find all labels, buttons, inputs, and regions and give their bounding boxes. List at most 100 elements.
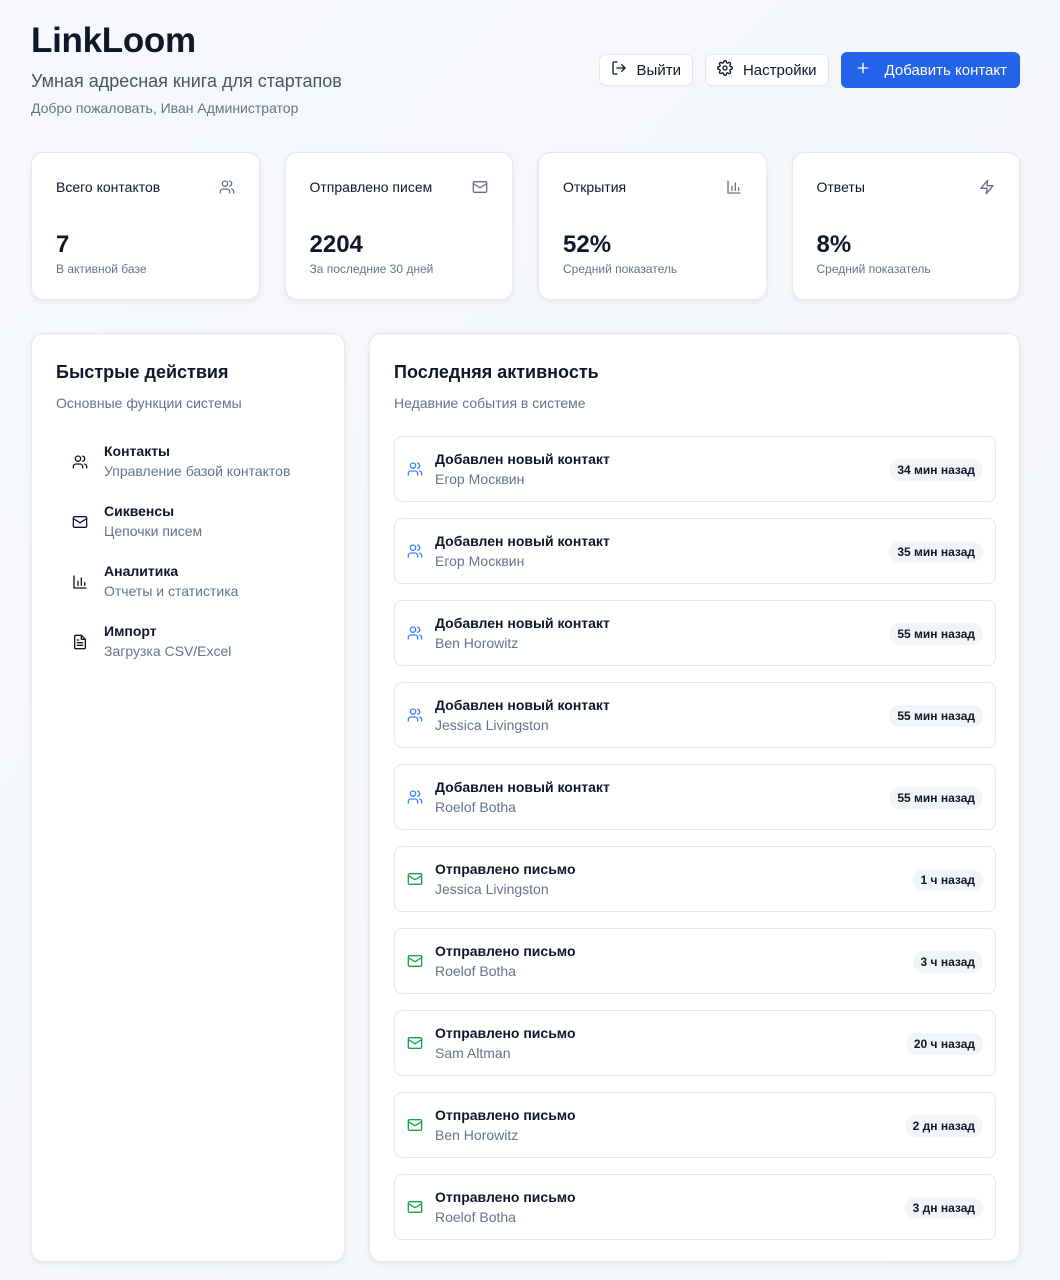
quick-action-contacts[interactable]: Контакты Управление базой контактов — [56, 442, 326, 502]
activity-contact-name: Егор Москвин — [435, 552, 525, 569]
activity-title: Отправлено письмо — [435, 1188, 576, 1205]
quick-action-desc: Управление базой контактов — [104, 463, 291, 479]
stat-card-opens: Открытия 52% Средний показатель — [538, 152, 767, 300]
users-icon — [407, 789, 423, 805]
activity-time-badge: 55 мин назад — [889, 623, 983, 645]
stat-card-replies: Ответы 8% Средний показатель — [791, 152, 1020, 300]
logout-label: Выйти — [636, 61, 681, 79]
stat-value: 8% — [816, 231, 852, 258]
header-actions: Выйти Настройки Добавить контакт — [598, 52, 1020, 88]
stats-row: Всего контактов 7 В активной базе Отправ… — [31, 152, 1020, 300]
welcome-text: Добро пожаловать, Иван Администратор — [31, 100, 299, 116]
users-icon — [407, 707, 423, 723]
quick-action-analytics[interactable]: Аналитика Отчеты и статистика — [56, 562, 326, 622]
users-icon — [407, 543, 423, 559]
stat-value: 2204 — [309, 231, 363, 258]
bar-chart-icon — [726, 179, 742, 195]
quick-action-desc: Отчеты и статистика — [104, 583, 239, 599]
quick-action-name: Контакты — [104, 443, 171, 459]
mail-icon — [56, 502, 104, 542]
settings-button[interactable]: Настройки — [704, 54, 829, 86]
panel-title: Быстрые действия — [56, 362, 229, 382]
stat-hint: Средний показатель — [563, 262, 678, 276]
panel-subtitle: Недавние события в системе — [394, 395, 586, 411]
mail-icon — [407, 1117, 423, 1133]
activity-title: Отправлено письмо — [435, 942, 576, 959]
quick-action-name: Сиквенсы — [104, 503, 175, 519]
activity-time-badge: 20 ч назад — [905, 1033, 983, 1055]
activity-title: Добавлен новый контакт — [435, 614, 610, 631]
quick-actions-list: Контакты Управление базой контактов Сикв… — [56, 442, 326, 682]
activity-time-badge: 55 мин назад — [889, 787, 983, 809]
stat-hint: Средний показатель — [816, 262, 931, 276]
activity-time-badge: 3 дн назад — [904, 1197, 983, 1219]
users-icon — [407, 461, 423, 477]
bar-chart-icon — [56, 562, 104, 602]
mail-icon — [407, 1199, 423, 1215]
activity-title: Добавлен новый контакт — [435, 778, 610, 795]
logout-button[interactable]: Выйти — [598, 54, 693, 86]
activity-contact-name: Егор Москвин — [435, 470, 525, 487]
quick-action-name: Импорт — [104, 623, 157, 639]
stat-value: 52% — [563, 231, 612, 258]
add-contact-label: Добавить контакт — [884, 61, 1007, 79]
activity-contact-name: Jessica Livingston — [435, 716, 549, 733]
quick-action-desc: Цепочки писем — [104, 523, 203, 539]
activity-time-badge: 1 ч назад — [912, 869, 983, 891]
quick-action-name: Аналитика — [104, 563, 179, 579]
activity-contact-name: Roelof Botha — [435, 962, 516, 979]
users-icon — [56, 442, 104, 482]
activity-time-badge: 2 дн назад — [904, 1115, 983, 1137]
activity-title: Отправлено письмо — [435, 1106, 576, 1123]
activity-item[interactable]: Отправлено письмо Roelof Botha 3 ч назад — [394, 928, 996, 994]
activity-item[interactable]: Добавлен новый контакт Ben Horowitz 55 мин… — [394, 600, 996, 666]
plus-icon — [855, 60, 871, 80]
activity-contact-name: Ben Horowitz — [435, 1126, 519, 1143]
stat-value: 7 — [56, 231, 70, 258]
activity-item[interactable]: Добавлен новый контакт Jessica Livingston… — [394, 682, 996, 748]
activity-contact-name: Ben Horowitz — [435, 634, 519, 651]
users-icon — [407, 625, 423, 641]
activity-title: Добавлен новый контакт — [435, 532, 610, 549]
activity-time-badge: 55 мин назад — [889, 705, 983, 727]
activity-title: Добавлен новый контакт — [435, 450, 610, 467]
stat-label: Открытия — [563, 179, 627, 195]
mail-icon — [472, 179, 488, 195]
activity-list: Добавлен новый контакт Егор Москвин 34 мин… — [394, 436, 996, 1256]
activity-contact-name: Jessica Livingston — [435, 880, 549, 897]
add-contact-button[interactable]: Добавить контакт — [840, 52, 1020, 88]
activity-item[interactable]: Отправлено письмо Sam Altman 20 ч назад — [394, 1010, 996, 1076]
panel-subtitle: Основные функции системы — [56, 395, 242, 411]
stat-label: Ответы — [816, 179, 865, 195]
activity-title: Отправлено письмо — [435, 1024, 576, 1041]
header: LinkLoom Умная адресная книга для старта… — [31, 22, 1020, 122]
activity-item[interactable]: Отправлено письмо Jessica Livingston 1 ч н… — [394, 846, 996, 912]
settings-label: Настройки — [742, 61, 817, 79]
mail-icon — [407, 871, 423, 887]
activity-item[interactable]: Добавлен новый контакт Егор Москвин 35 мин… — [394, 518, 996, 584]
activity-item[interactable]: Добавлен новый контакт Егор Москвин 34 мин… — [394, 436, 996, 502]
stat-label: Отправлено писем — [309, 179, 433, 195]
quick-actions-panel: Быстрые действия Основные функции систем… — [31, 333, 345, 1262]
quick-action-sequences[interactable]: Сиквенсы Цепочки писем — [56, 502, 326, 562]
activity-title: Отправлено письмо — [435, 860, 576, 877]
file-icon — [56, 622, 104, 662]
quick-action-desc: Загрузка CSV/Excel — [104, 643, 232, 659]
activity-item[interactable]: Отправлено письмо Ben Horowitz 2 дн назад — [394, 1092, 996, 1158]
activity-time-badge: 3 ч назад — [912, 951, 983, 973]
mail-icon — [407, 953, 423, 969]
zap-icon — [979, 179, 995, 195]
activity-time-badge: 35 мин назад — [889, 541, 983, 563]
stat-hint: За последние 30 дней — [309, 262, 434, 276]
logout-icon — [611, 60, 627, 80]
users-icon — [219, 179, 235, 195]
quick-action-import[interactable]: Импорт Загрузка CSV/Excel — [56, 622, 326, 682]
activity-contact-name: Sam Altman — [435, 1044, 511, 1061]
gear-icon — [717, 60, 733, 80]
stat-label: Всего контактов — [56, 179, 161, 195]
activity-panel: Последняя активность Недавние события в … — [369, 333, 1020, 1262]
stat-card-contacts: Всего контактов 7 В активной базе — [31, 152, 260, 300]
panel-title: Последняя активность — [394, 362, 599, 382]
activity-item[interactable]: Добавлен новый контакт Roelof Botha 55 мин… — [394, 764, 996, 830]
activity-item[interactable]: Отправлено письмо Roelof Botha 3 дн назад — [394, 1174, 996, 1240]
